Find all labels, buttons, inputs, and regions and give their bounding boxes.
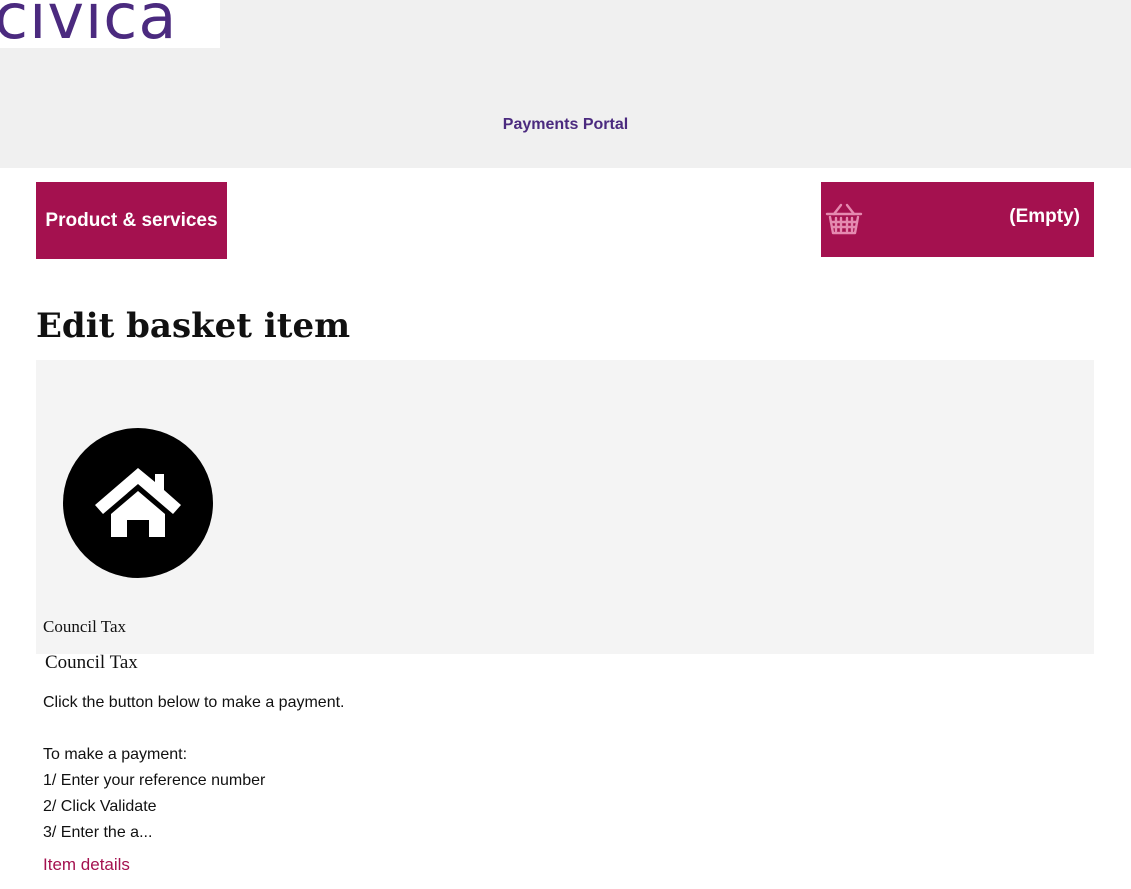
site-header: civica Payments Portal bbox=[0, 0, 1131, 168]
civica-logo[interactable]: civica bbox=[0, 0, 220, 48]
basket-button[interactable]: (Empty) bbox=[821, 182, 1094, 257]
basket-status-label: (Empty) bbox=[1009, 206, 1080, 227]
basket-item-panel: Council Tax bbox=[36, 360, 1094, 654]
page-title: Edit basket item bbox=[36, 306, 351, 346]
products-services-button[interactable]: Product & services bbox=[36, 182, 227, 259]
description-steps-title: To make a payment: bbox=[43, 746, 188, 763]
basket-icon bbox=[825, 203, 863, 235]
description-step-1: 1/ Enter your reference number bbox=[43, 772, 266, 789]
description-step-3: 3/ Enter the a... bbox=[43, 824, 153, 841]
item-name: Council Tax bbox=[45, 652, 138, 673]
house-icon bbox=[63, 428, 213, 578]
description-intro: Click the button below to make a payment… bbox=[43, 694, 345, 711]
item-details-link[interactable]: Item details bbox=[43, 855, 130, 875]
item-caption: Council Tax bbox=[43, 617, 127, 636]
description-step-2: 2/ Click Validate bbox=[43, 798, 157, 815]
products-services-label: Product & services bbox=[45, 209, 218, 231]
portal-title: Payments Portal bbox=[502, 116, 629, 133]
item-description: Click the button below to make a payment… bbox=[43, 690, 345, 846]
logo-text: civica bbox=[0, 0, 178, 48]
